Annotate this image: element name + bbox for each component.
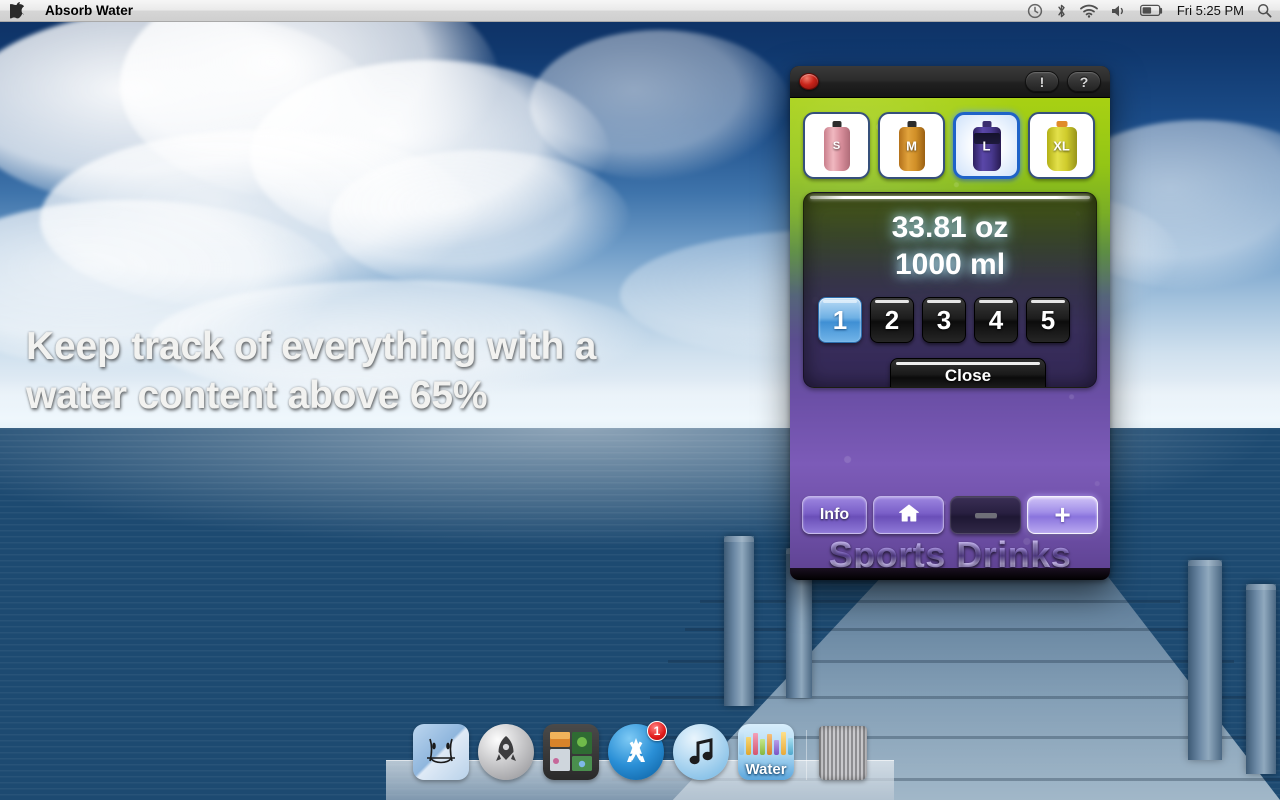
widget-body: S M L XL 33.81 oz 1000 ml 1 2 3 4 5 Clos… xyxy=(790,98,1110,580)
bottle-size-s[interactable]: S xyxy=(803,112,870,179)
bottle-size-l[interactable]: L xyxy=(953,112,1020,179)
cloud xyxy=(330,150,630,290)
help-button[interactable]: ? xyxy=(1067,71,1101,92)
volume-readout: 33.81 oz 1000 ml xyxy=(804,209,1096,283)
bottle-s-icon: S xyxy=(823,120,850,171)
dock-item-launchpad[interactable] xyxy=(478,724,534,780)
quantity-button-3[interactable]: 3 xyxy=(922,297,966,343)
tagline-line-2: water content above 65% xyxy=(26,374,488,417)
quantity-selector[interactable]: 1 2 3 4 5 xyxy=(818,297,1086,343)
wifi-icon[interactable] xyxy=(1079,4,1098,18)
bottle-size-xl[interactable]: XL xyxy=(1028,112,1095,179)
dock-item-itunes[interactable] xyxy=(673,724,729,780)
cloud xyxy=(530,30,790,180)
volume-icon[interactable] xyxy=(1111,4,1127,18)
minus-icon xyxy=(974,512,997,518)
battery-icon[interactable] xyxy=(1139,4,1164,17)
quantity-button-1[interactable]: 1 xyxy=(818,297,862,343)
bottle-xl-label: XL xyxy=(1053,138,1070,153)
dock-separator xyxy=(806,730,807,780)
search-icon[interactable] xyxy=(1257,3,1272,18)
quantity-button-5[interactable]: 5 xyxy=(1026,297,1070,343)
quantity-button-2[interactable]: 2 xyxy=(870,297,914,343)
bottle-m-label: M xyxy=(906,138,917,153)
dock-item-app-store[interactable]: 1 xyxy=(608,721,667,780)
bottle-s-label: S xyxy=(832,139,841,152)
apple-logo-icon[interactable] xyxy=(0,2,35,19)
sports-drinks-widget[interactable]: ! ? S M L XL 33.81 oz 1000 ml 1 2 3 4 5 … xyxy=(790,66,1110,580)
pier-plank xyxy=(700,600,1180,603)
bottle-size-selector[interactable]: S M L XL xyxy=(803,112,1097,179)
close-button[interactable]: Close xyxy=(890,358,1046,387)
water-app-artwork xyxy=(738,727,794,755)
tagline-line-1: Keep track of everything with a xyxy=(26,325,597,368)
quantity-button-4[interactable]: 4 xyxy=(974,297,1018,343)
dock-item-mission-control[interactable] xyxy=(543,724,599,780)
water-app-label: Water xyxy=(745,761,787,778)
readout-milliliters: 1000 ml xyxy=(894,248,1006,281)
pier-piling xyxy=(724,536,754,706)
alert-button[interactable]: ! xyxy=(1025,71,1059,92)
info-button[interactable]: Info xyxy=(802,496,868,534)
menubar-app-title[interactable]: Absorb Water xyxy=(35,3,143,18)
bottle-l-label: L xyxy=(982,138,991,153)
home-button[interactable] xyxy=(873,496,945,534)
dock[interactable]: 1 Water xyxy=(390,714,890,792)
bottle-m-icon: M xyxy=(898,120,925,171)
pier-plank xyxy=(685,628,1205,631)
plus-icon: + xyxy=(1054,499,1071,530)
dock-item-finder[interactable] xyxy=(413,724,469,780)
close-icon[interactable] xyxy=(799,73,819,90)
readout-ounces: 33.81 oz xyxy=(891,211,1009,244)
app-store-badge: 1 xyxy=(647,721,667,741)
menu-bar: Absorb Water Fri 5:25 PM xyxy=(0,0,1280,22)
home-icon xyxy=(898,503,920,528)
menubar-clock[interactable]: Fri 5:25 PM xyxy=(1177,3,1244,18)
widget-titlebar[interactable]: ! ? xyxy=(790,66,1110,98)
bottle-l-icon: L xyxy=(972,120,1001,171)
bluetooth-icon[interactable] xyxy=(1056,3,1067,19)
desktop-tagline: Keep track of everything with a water co… xyxy=(26,322,726,420)
bottle-size-m[interactable]: M xyxy=(878,112,945,179)
time-machine-icon[interactable] xyxy=(1027,3,1043,19)
volume-readout-panel: 33.81 oz 1000 ml 1 2 3 4 5 Close xyxy=(803,192,1097,388)
pier-piling xyxy=(1188,560,1222,760)
bottle-xl-icon: XL xyxy=(1046,120,1077,171)
widget-footer xyxy=(790,568,1110,580)
dock-item-water[interactable]: Water xyxy=(738,724,794,780)
dock-item-trash[interactable] xyxy=(819,726,867,780)
increment-button[interactable]: + xyxy=(1027,496,1099,534)
pier-piling xyxy=(1246,584,1276,774)
widget-toolbar[interactable]: Info + xyxy=(802,496,1099,534)
decrement-button[interactable] xyxy=(950,496,1022,534)
